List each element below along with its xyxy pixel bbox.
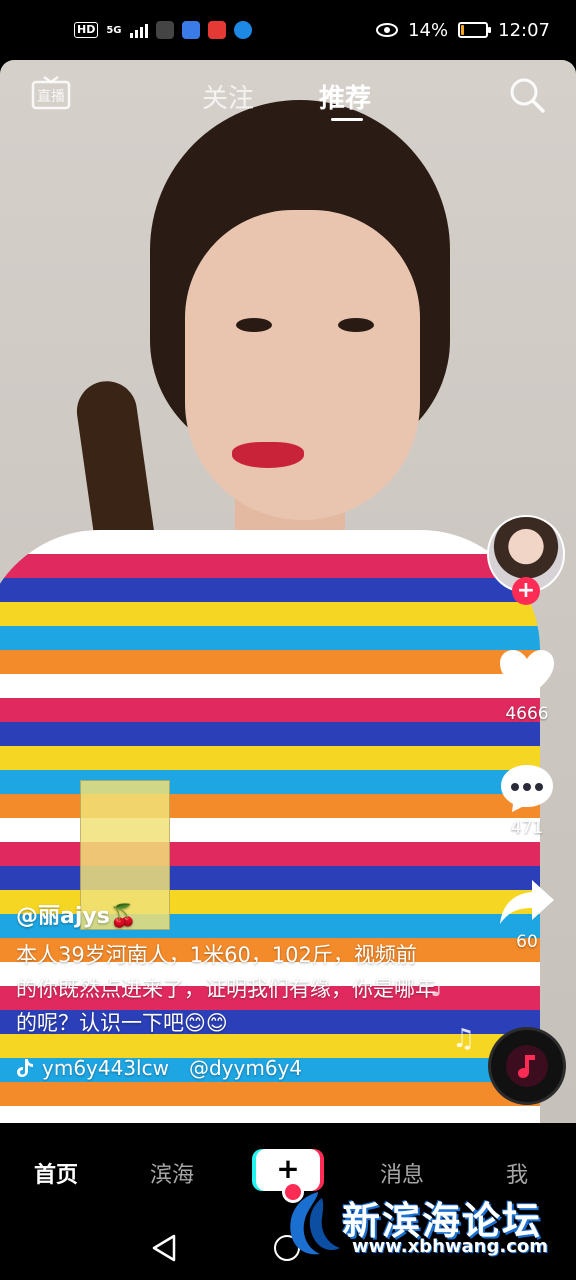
battery-percent: 14%	[408, 19, 449, 41]
app-notification-icon	[155, 21, 174, 39]
browser-app-icon	[233, 21, 252, 39]
network-label: 5G	[106, 24, 122, 36]
status-bar: HD 5G 14% 12:07	[0, 0, 576, 60]
video-subject-eye-right	[338, 318, 374, 332]
music-disc-center	[506, 1045, 548, 1087]
hd-badge: HD	[74, 22, 99, 38]
forum-logo-icon	[290, 1192, 340, 1255]
follow-button[interactable]: +	[512, 577, 540, 605]
search-icon[interactable]	[508, 76, 546, 114]
share-icon	[500, 880, 554, 924]
nav-binhai[interactable]: 滨海	[150, 1157, 194, 1189]
battery-fill	[461, 25, 465, 35]
live-tv-icon: 直播	[31, 75, 71, 110]
account-id: ym6y443lcw	[42, 1056, 169, 1080]
video-caption: @丽ajys🍒 本人39岁河南人，1米60，102斤，视频前的你既然点进来了，证…	[16, 898, 436, 1040]
account-item[interactable]: ym6y443lcw	[16, 1056, 169, 1080]
music-note-icon-2: ♫	[452, 1024, 476, 1054]
like-count: 4666	[505, 704, 549, 724]
status-right: 14% 12:07	[376, 20, 550, 41]
forum-watermark-url: www.xbhwang.com	[352, 1236, 548, 1257]
music-app-icon	[181, 21, 200, 39]
share-action[interactable]: 60	[490, 876, 564, 952]
video-subject-face	[185, 210, 420, 520]
comment-count: 471	[510, 818, 544, 838]
signal-icon	[129, 22, 148, 38]
music-note-icon: ♪	[430, 970, 448, 1003]
nav-home[interactable]: 首页	[34, 1157, 78, 1189]
live-button[interactable]: 直播	[30, 74, 72, 114]
creator-avatar-group: +	[487, 515, 565, 605]
eye-comfort-icon	[376, 23, 399, 37]
battery-icon	[458, 22, 492, 38]
tiktok-logo-icon	[17, 1059, 33, 1077]
comment-icon	[501, 765, 553, 812]
heart-icon	[500, 650, 554, 698]
top-nav: 直播 关注 推荐	[0, 60, 576, 134]
mention-link[interactable]: @dyym6y4	[189, 1056, 302, 1080]
video-subject-lips	[232, 442, 304, 468]
music-disc-button[interactable]	[488, 1027, 566, 1105]
comment-action[interactable]: 471	[490, 762, 564, 838]
live-label: 直播	[37, 88, 65, 105]
clock: 12:07	[498, 19, 550, 41]
like-action[interactable]: 4666	[490, 648, 564, 724]
creator-username[interactable]: @丽ajys🍒	[16, 898, 436, 930]
video-meta-row: ym6y443lcw @dyym6y4	[16, 1056, 302, 1080]
mail-app-icon	[207, 21, 226, 39]
status-left: HD 5G	[74, 21, 252, 39]
tab-follow[interactable]: 关注	[202, 78, 254, 115]
tab-recommend[interactable]: 推荐	[319, 78, 371, 115]
back-icon[interactable]	[150, 1233, 178, 1263]
forum-watermark: 新滨海论坛 www.xbhwang.com	[278, 1182, 576, 1262]
video-subject-eye-left	[236, 318, 272, 332]
active-tab-indicator	[331, 118, 363, 121]
music-note-disc-icon	[518, 1055, 535, 1078]
video-description: 本人39岁河南人，1米60，102斤，视频前的你既然点进来了，证明我们有缘，你是…	[16, 943, 436, 1035]
share-count: 60	[516, 932, 538, 952]
